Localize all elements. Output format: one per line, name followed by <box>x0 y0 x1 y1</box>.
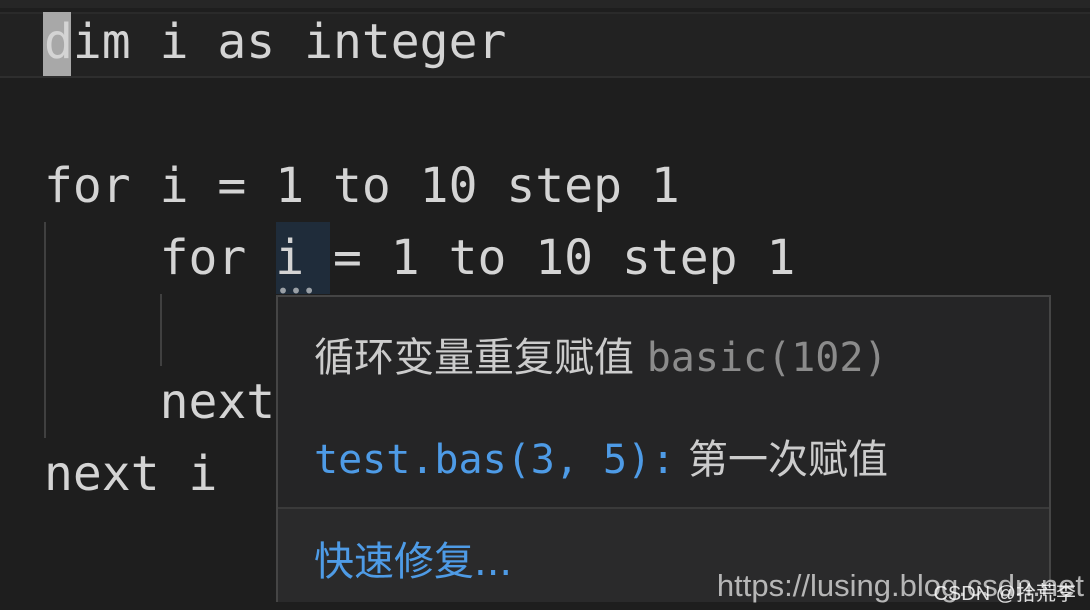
indent-guide <box>160 294 162 366</box>
related-information: test.bas(3, 5): 第一次赋值 <box>314 427 888 485</box>
watermark-author: CSDN @拾荒李 <box>933 583 1076 605</box>
code-line-7[interactable]: next i <box>44 438 217 510</box>
quick-fix-link[interactable]: 快速修复... <box>314 529 512 587</box>
code-line-3[interactable]: for i = 1 to 10 step 1 <box>44 150 680 222</box>
code-line-4[interactable]: for i = 1 to 10 step 1 <box>44 222 796 294</box>
related-location-link[interactable]: test.bas(3, 5): <box>314 437 675 483</box>
code-line-6[interactable]: next <box>44 366 276 438</box>
hover-widget: 循环变量重复赋值 basic(102) test.bas(3, 5): 第一次赋… <box>276 295 1051 602</box>
diagnostic-code: basic(102) <box>646 335 888 381</box>
diagnostic-message: 循环变量重复赋值 basic(102) <box>314 325 888 383</box>
related-message: 第一次赋值 <box>687 437 888 483</box>
code-line-1[interactable]: dim i as integer <box>44 6 506 78</box>
diagnostic-text: 循环变量重复赋值 <box>314 335 634 381</box>
